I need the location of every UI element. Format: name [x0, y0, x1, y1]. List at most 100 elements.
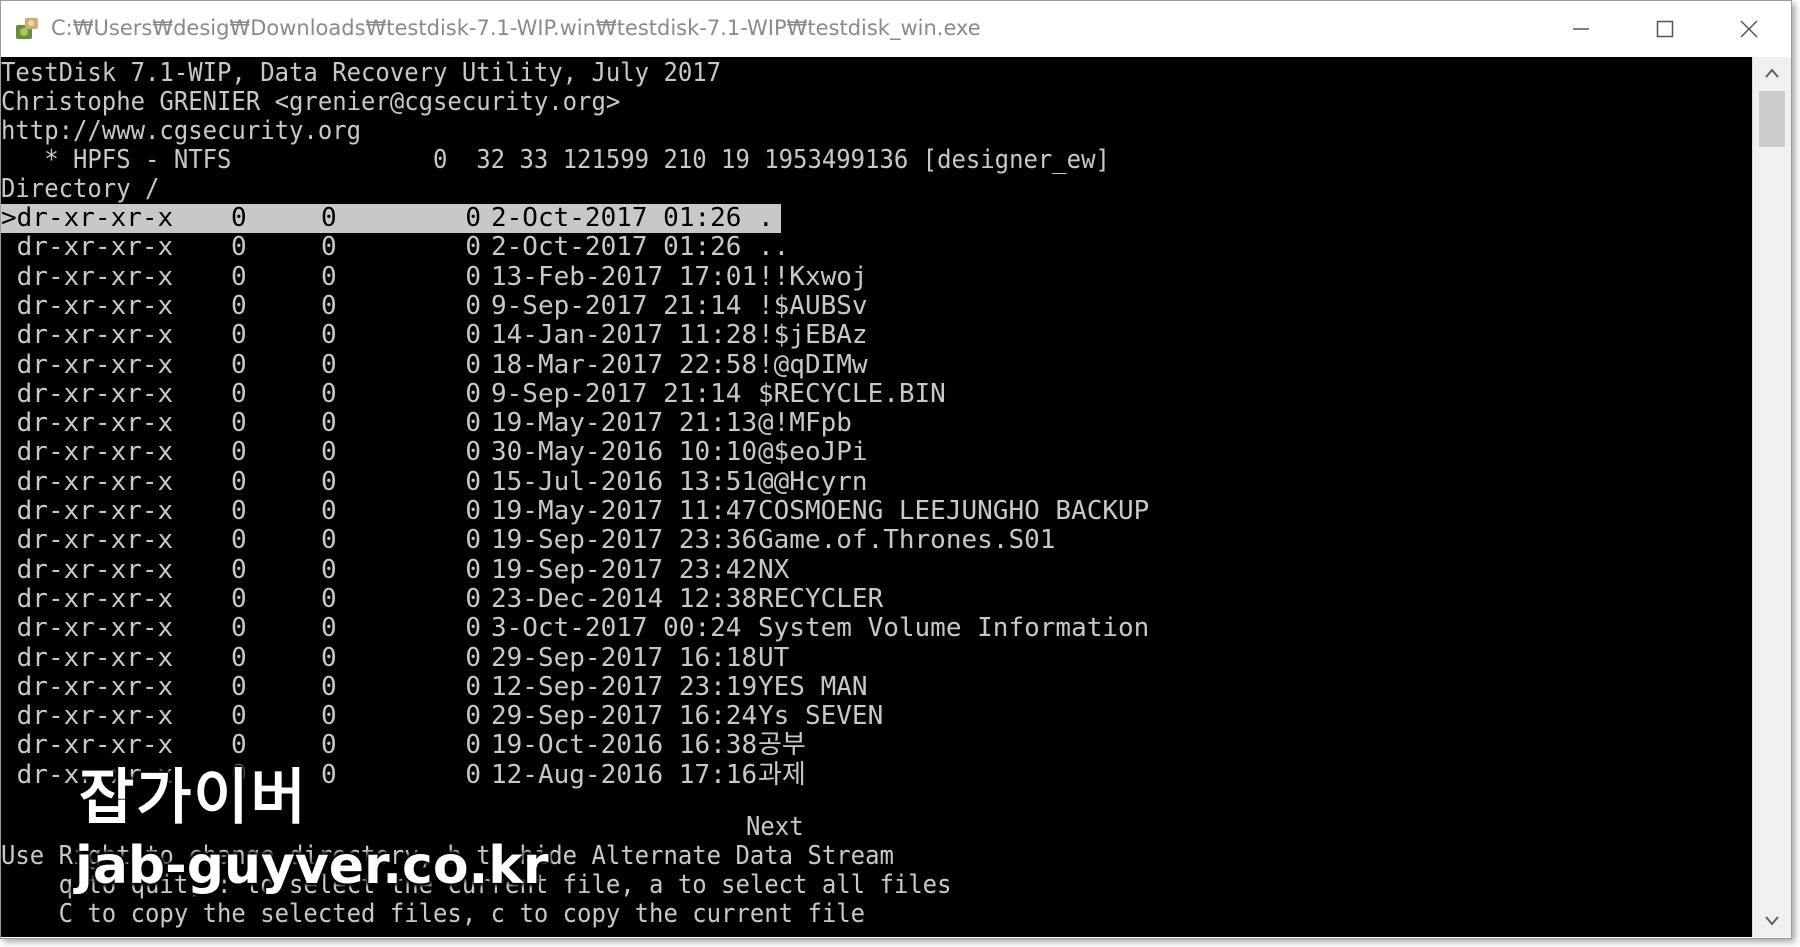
file-size: 0 [465, 701, 481, 732]
file-row[interactable]: dr-xr-xr-x 0 0 0 19-May-2017 21:13 @!MFpb [1, 408, 852, 439]
file-gid: 0 [321, 525, 337, 556]
file-date: 9-Sep-2017 21:14 [491, 378, 742, 409]
file-row[interactable]: dr-xr-xr-x 0 0 0 19-Sep-2017 23:36 Game.of.Th… [1, 525, 1056, 556]
file-size: 0 [465, 232, 481, 263]
file-permissions: dr-xr-xr-x [1, 261, 174, 292]
file-gid: 0 [321, 466, 337, 497]
file-date: 2-Oct-2017 01:26 [491, 232, 742, 263]
file-row[interactable]: dr-xr-xr-x 0 0 0 19-Sep-2017 23:42 NX [1, 554, 790, 585]
file-uid: 0 [231, 671, 247, 702]
minimize-button[interactable] [1539, 1, 1623, 57]
window-title: C:₩Users₩desig₩Downloads₩testdisk-7.1-WI… [51, 16, 981, 40]
file-gid: 0 [321, 203, 337, 233]
file-size: 0 [465, 759, 481, 790]
file-permissions: dr-xr-xr-x [1, 290, 174, 321]
file-gid: 0 [321, 701, 337, 732]
file-gid: 0 [321, 408, 337, 439]
file-gid: 0 [321, 496, 337, 526]
close-button[interactable] [1707, 1, 1791, 57]
maximize-button[interactable] [1623, 1, 1707, 57]
file-permissions: dr-xr-xr-x [1, 642, 174, 673]
file-uid: 0 [231, 466, 247, 497]
file-uid: 0 [231, 290, 247, 321]
file-date: 19-Sep-2017 23:36 [491, 525, 758, 556]
file-name: !$AUBSv [758, 290, 868, 321]
file-name: Ys SEVEN [758, 701, 884, 732]
file-size: 0 [465, 408, 481, 439]
help-line-3: C to copy the selected files, c to copy … [1, 899, 866, 929]
file-date: 29-Sep-2017 16:24 [491, 701, 758, 732]
file-row[interactable]: dr-xr-xr-x 0 0 0 3-Oct-2017 00:24 System Volu… [1, 613, 1150, 644]
file-name: RECYCLER [758, 583, 884, 614]
file-uid: 0 [231, 642, 247, 673]
file-date: 29-Sep-2017 16:18 [491, 642, 758, 673]
file-date: 14-Jan-2017 11:28 [491, 320, 758, 351]
file-permissions: dr-xr-xr-x [1, 496, 174, 526]
file-row[interactable]: dr-xr-xr-x 0 0 0 12-Sep-2017 23:19 YES MAN [1, 671, 868, 702]
file-gid: 0 [321, 583, 337, 614]
file-row[interactable]: dr-xr-xr-x 0 0 0 19-May-2017 11:47 COSMOENG L… [1, 496, 1150, 526]
file-permissions: dr-xr-xr-x [1, 232, 174, 263]
file-uid: 0 [231, 349, 247, 380]
file-row[interactable]: dr-xr-xr-x 0 0 0 9-Sep-2017 21:14 !$AUBSv [1, 290, 868, 321]
file-name: 공부 [758, 730, 806, 761]
file-row[interactable]: dr-xr-xr-x 0 0 0 29-Sep-2017 16:18 UT [1, 642, 790, 673]
file-size: 0 [465, 290, 481, 321]
file-row[interactable]: dr-xr-xr-x 0 0 0 29-Sep-2017 16:24 Ys SEVEN [1, 701, 884, 732]
file-size: 0 [465, 613, 481, 644]
file-date: 13-Feb-2017 17:01 [491, 261, 758, 292]
file-row[interactable]: >dr-xr-xr-x 0 0 0 2-Oct-2017 01:26. [1, 204, 781, 233]
file-uid: 0 [231, 378, 247, 409]
file-permissions: dr-xr-xr-x [1, 408, 174, 439]
file-gid: 0 [321, 642, 337, 673]
file-gid: 0 [321, 671, 337, 702]
file-size: 0 [465, 525, 481, 556]
file-name: !$jEBAz [758, 320, 868, 351]
file-date: 18-Mar-2017 22:58 [491, 349, 758, 380]
file-row[interactable]: dr-xr-xr-x 0 0 0 9-Sep-2017 21:14 $RECYCLE.BI… [1, 378, 946, 409]
file-row[interactable]: dr-xr-xr-x 0 0 0 23-Dec-2014 12:38 RECYCLER [1, 583, 884, 614]
file-date: 19-Oct-2016 16:38 [491, 730, 758, 761]
file-size: 0 [465, 496, 481, 526]
file-permissions: dr-xr-xr-x [1, 701, 174, 732]
console-window: C:₩Users₩desig₩Downloads₩testdisk-7.1-WI… [0, 0, 1792, 939]
directory-line: Directory / [1, 174, 160, 204]
file-name: COSMOENG LEEJUNGHO BACKUP [758, 496, 1150, 526]
file-row[interactable]: dr-xr-xr-x 0 0 0 30-May-2016 10:10 @$eoJPi [1, 437, 868, 468]
file-uid: 0 [231, 554, 247, 585]
file-date: 12-Aug-2016 17:16 [491, 759, 758, 790]
file-name: @@Hcyrn [758, 466, 868, 497]
file-date: 19-May-2017 21:13 [491, 408, 758, 439]
scroll-down-button[interactable] [1753, 905, 1791, 937]
title-bar[interactable]: C:₩Users₩desig₩Downloads₩testdisk-7.1-WI… [1, 1, 1791, 57]
file-gid: 0 [321, 554, 337, 585]
file-row[interactable]: dr-xr-xr-x 0 0 0 2-Oct-2017 01:26.. [1, 232, 790, 263]
file-date: 12-Sep-2017 23:19 [491, 671, 758, 702]
vertical-scrollbar[interactable] [1752, 57, 1791, 937]
file-date: 3-Oct-2017 00:24 [491, 613, 742, 644]
file-gid: 0 [321, 290, 337, 321]
file-name: 과제 [758, 759, 806, 790]
scroll-thumb[interactable] [1759, 91, 1785, 147]
file-permissions: dr-xr-xr-x [1, 613, 174, 644]
file-size: 0 [465, 437, 481, 468]
file-row[interactable]: dr-xr-xr-x 0 0 0 18-Mar-2017 22:58 !@qDIMw [1, 349, 868, 380]
file-name: System Volume Information [758, 613, 1150, 644]
file-name: $RECYCLE.BIN [758, 378, 946, 409]
file-gid: 0 [321, 349, 337, 380]
file-gid: 0 [321, 261, 337, 292]
file-name: .. [758, 232, 790, 263]
file-permissions: dr-xr-xr-x [1, 378, 174, 409]
file-gid: 0 [321, 613, 337, 644]
file-row[interactable]: dr-xr-xr-x 0 0 0 14-Jan-2017 11:28 !$jEBAz [1, 320, 868, 351]
file-uid: 0 [231, 613, 247, 644]
minimize-icon [1573, 28, 1589, 30]
file-row[interactable]: dr-xr-xr-x 0 0 0 13-Feb-2017 17:01 !!Kxwoj [1, 261, 868, 292]
file-permissions: dr-xr-xr-x [1, 437, 174, 468]
file-row[interactable]: dr-xr-xr-x 0 0 0 15-Jul-2016 13:51 @@Hcyrn [1, 466, 868, 497]
header-url-line: http://www.cgsecurity.org [1, 116, 362, 146]
file-size: 0 [465, 261, 481, 292]
file-name: @!MFpb [758, 408, 852, 439]
scroll-up-button[interactable] [1753, 57, 1791, 89]
watermark-url: jab-guyver.co.kr [75, 836, 549, 896]
